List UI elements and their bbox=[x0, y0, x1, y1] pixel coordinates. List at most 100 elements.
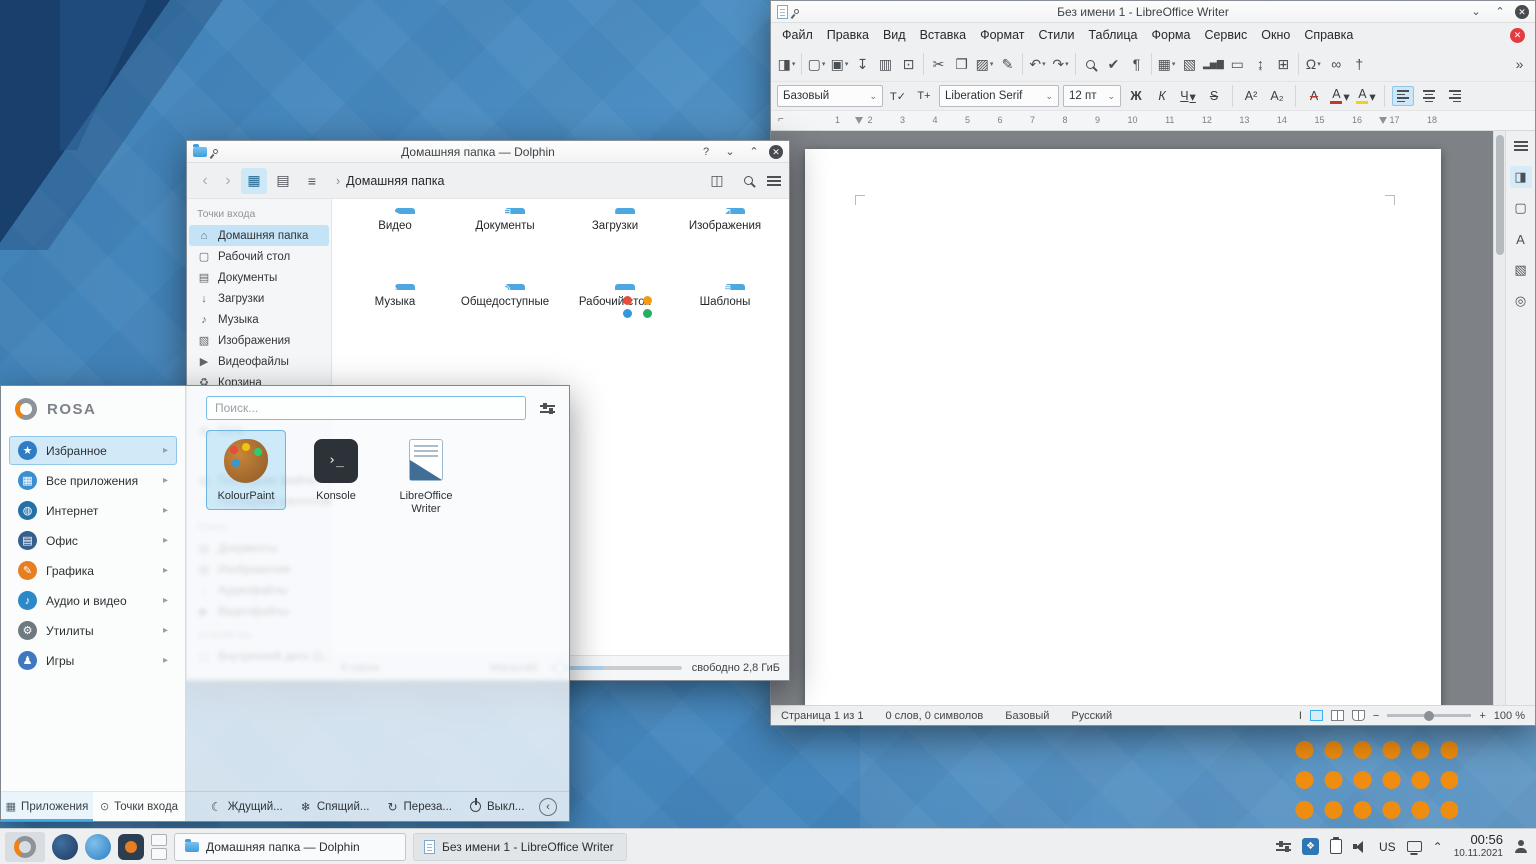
font-color-button[interactable]: А▾ bbox=[1329, 85, 1351, 107]
clone-formatting-button[interactable]: ✎ bbox=[996, 51, 1019, 77]
insert-table-button[interactable]: ▦▾ bbox=[1155, 51, 1178, 77]
place-documents[interactable]: ▤Документы bbox=[187, 267, 331, 288]
right-indent-marker[interactable] bbox=[1379, 117, 1387, 124]
copy-button[interactable]: ❐ bbox=[950, 51, 973, 77]
insert-footnote-button[interactable]: † bbox=[1348, 51, 1371, 77]
print-button[interactable]: ▥ bbox=[874, 51, 897, 77]
split-view-button[interactable]: ◫ bbox=[704, 168, 730, 194]
sidebar-styles-icon[interactable]: А bbox=[1510, 228, 1532, 250]
app-kolourpaint[interactable]: KolourPaint bbox=[206, 430, 286, 510]
tab-places[interactable]: ⊙Точки входа bbox=[93, 792, 185, 821]
word-count-label[interactable]: 0 слов, 0 символов bbox=[885, 710, 983, 722]
tray-app-icon[interactable]: ❖ bbox=[1302, 838, 1319, 855]
task-writer[interactable]: Без имени 1 - LibreOffice Writer bbox=[413, 833, 627, 861]
spellcheck-button[interactable]: ✔ bbox=[1102, 51, 1125, 77]
shutdown-button[interactable]: Выкл... bbox=[463, 798, 531, 816]
quicklaunch-app-1-icon[interactable] bbox=[52, 834, 78, 860]
task-dolphin[interactable]: Домашняя папка — Dolphin bbox=[174, 833, 406, 861]
folder-video[interactable]: ▶Видео bbox=[340, 213, 450, 232]
save-button[interactable]: ▣▾ bbox=[828, 51, 851, 77]
virtual-desktop-1[interactable] bbox=[151, 834, 167, 846]
menu-tools[interactable]: Сервис bbox=[1197, 26, 1254, 44]
align-center-button[interactable] bbox=[1418, 86, 1440, 106]
pin-icon[interactable] bbox=[793, 8, 800, 15]
italic-button[interactable]: К bbox=[1151, 85, 1173, 107]
quicklaunch-media-icon[interactable] bbox=[118, 834, 144, 860]
dolphin-titlebar[interactable]: Домашняя папка — Dolphin ? ⌄ ⌃ ✕ bbox=[187, 141, 789, 163]
zoom-slider-knob[interactable] bbox=[1424, 711, 1434, 721]
tab-applications[interactable]: ▦Приложения bbox=[1, 792, 93, 821]
find-replace-button[interactable] bbox=[1079, 51, 1102, 77]
clipboard-icon[interactable] bbox=[1330, 839, 1342, 854]
bold-button[interactable]: Ж bbox=[1125, 85, 1147, 107]
app-libreoffice-writer[interactable]: LibreOffice Writer bbox=[386, 430, 466, 523]
category-favorites[interactable]: ★Избранное▸ bbox=[9, 436, 177, 465]
insert-hyperlink-button[interactable]: ∞ bbox=[1325, 51, 1348, 77]
maximize-button[interactable]: ⌃ bbox=[1491, 4, 1509, 20]
menu-help[interactable]: Справка bbox=[1297, 26, 1360, 44]
update-style-button[interactable]: Т✓ bbox=[887, 85, 909, 107]
superscript-button[interactable]: A² bbox=[1240, 85, 1262, 107]
help-button[interactable]: ? bbox=[697, 144, 715, 160]
volume-icon[interactable] bbox=[1353, 841, 1368, 853]
category-utilities[interactable]: ⚙Утилиты▸ bbox=[9, 616, 177, 645]
minimize-button[interactable]: ⌄ bbox=[1467, 4, 1485, 20]
single-page-view-button[interactable] bbox=[1310, 710, 1323, 721]
special-character-button[interactable]: Ω▾ bbox=[1302, 51, 1325, 77]
clear-formatting-button[interactable]: А bbox=[1303, 85, 1325, 107]
virtual-desktop-2[interactable] bbox=[151, 848, 167, 860]
zoom-slider[interactable] bbox=[1387, 714, 1471, 717]
folder-music[interactable]: ♪Музыка bbox=[340, 289, 450, 308]
writer-titlebar[interactable]: Без имени 1 - LibreOffice Writer ⌄ ⌃ ✕ bbox=[771, 1, 1535, 23]
menu-view[interactable]: Вид bbox=[876, 26, 913, 44]
forward-button[interactable]: › bbox=[218, 172, 238, 190]
menu-format[interactable]: Формат bbox=[973, 26, 1031, 44]
align-left-button[interactable] bbox=[1392, 86, 1414, 106]
book-view-button[interactable] bbox=[1352, 710, 1365, 721]
icons-view-button[interactable]: ▦ bbox=[241, 168, 267, 194]
print-preview-button[interactable]: ⊡ bbox=[897, 51, 920, 77]
place-home[interactable]: ⌂Домашняя папка bbox=[189, 225, 329, 246]
sidebar-properties-icon[interactable]: ◨ bbox=[1510, 166, 1532, 188]
subscript-button[interactable]: A₂ bbox=[1266, 85, 1288, 107]
new-document-button[interactable]: ▢▾ bbox=[805, 51, 828, 77]
folder-documents[interactable]: ▤Документы bbox=[450, 213, 560, 232]
restart-button[interactable]: ↻Переза... bbox=[380, 797, 459, 817]
font-size-combo[interactable]: 12 пт⌄ bbox=[1063, 85, 1121, 107]
page-count-label[interactable]: Страница 1 из 1 bbox=[781, 710, 863, 722]
category-office[interactable]: ▤Офис▸ bbox=[9, 526, 177, 555]
menu-file[interactable]: Файл bbox=[775, 26, 820, 44]
search-icon[interactable] bbox=[744, 176, 753, 185]
pager-widget[interactable] bbox=[151, 833, 167, 861]
place-videos[interactable]: ▶Видеофайлы bbox=[187, 351, 331, 372]
zoom-level-label[interactable]: 100 % bbox=[1494, 710, 1525, 722]
highlight-color-button[interactable]: А▾ bbox=[1355, 85, 1377, 107]
category-all-applications[interactable]: ▦Все приложения▸ bbox=[9, 466, 177, 495]
display-icon[interactable] bbox=[1407, 841, 1422, 852]
close-document-button[interactable]: ✕ bbox=[1510, 28, 1525, 43]
cut-button[interactable]: ✂ bbox=[927, 51, 950, 77]
horizontal-ruler[interactable]: ⌐ 1 2 3 4 5 6 7 8 9 10 11 12 13 14 15 16… bbox=[771, 111, 1535, 131]
app-konsole[interactable]: ›_ Konsole bbox=[296, 430, 376, 510]
breadcrumb[interactable]: › Домашняя папка bbox=[336, 174, 444, 188]
pin-icon[interactable] bbox=[212, 148, 219, 155]
details-view-button[interactable]: ≡ bbox=[299, 168, 325, 194]
place-music[interactable]: ♪Музыка bbox=[187, 309, 331, 330]
redo-button[interactable]: ↷▾ bbox=[1049, 51, 1072, 77]
place-downloads[interactable]: ↓Загрузки bbox=[187, 288, 331, 309]
menu-insert[interactable]: Вставка bbox=[913, 26, 973, 44]
view-sidebar-button[interactable]: ◨▾ bbox=[775, 51, 798, 77]
breadcrumb-location[interactable]: Домашняя папка bbox=[346, 174, 444, 188]
paste-button[interactable]: ▨▾ bbox=[973, 51, 996, 77]
zoom-out-button[interactable]: − bbox=[1373, 710, 1379, 722]
hamburger-menu-icon[interactable] bbox=[767, 176, 781, 186]
page-style-label[interactable]: Базовый bbox=[1005, 710, 1049, 722]
insert-textbox-button[interactable]: ▭ bbox=[1226, 51, 1249, 77]
sidebar-settings-icon[interactable] bbox=[1510, 135, 1532, 157]
place-pictures[interactable]: ▧Изображения bbox=[187, 330, 331, 351]
sidebar-gallery-icon[interactable]: ▧ bbox=[1510, 259, 1532, 281]
clock-widget[interactable]: 00:56 10.11.2021 bbox=[1454, 833, 1503, 859]
close-button[interactable]: ✕ bbox=[769, 145, 783, 159]
zoom-in-button[interactable]: + bbox=[1479, 710, 1485, 722]
sidebar-navigator-icon[interactable]: ◎ bbox=[1510, 290, 1532, 312]
